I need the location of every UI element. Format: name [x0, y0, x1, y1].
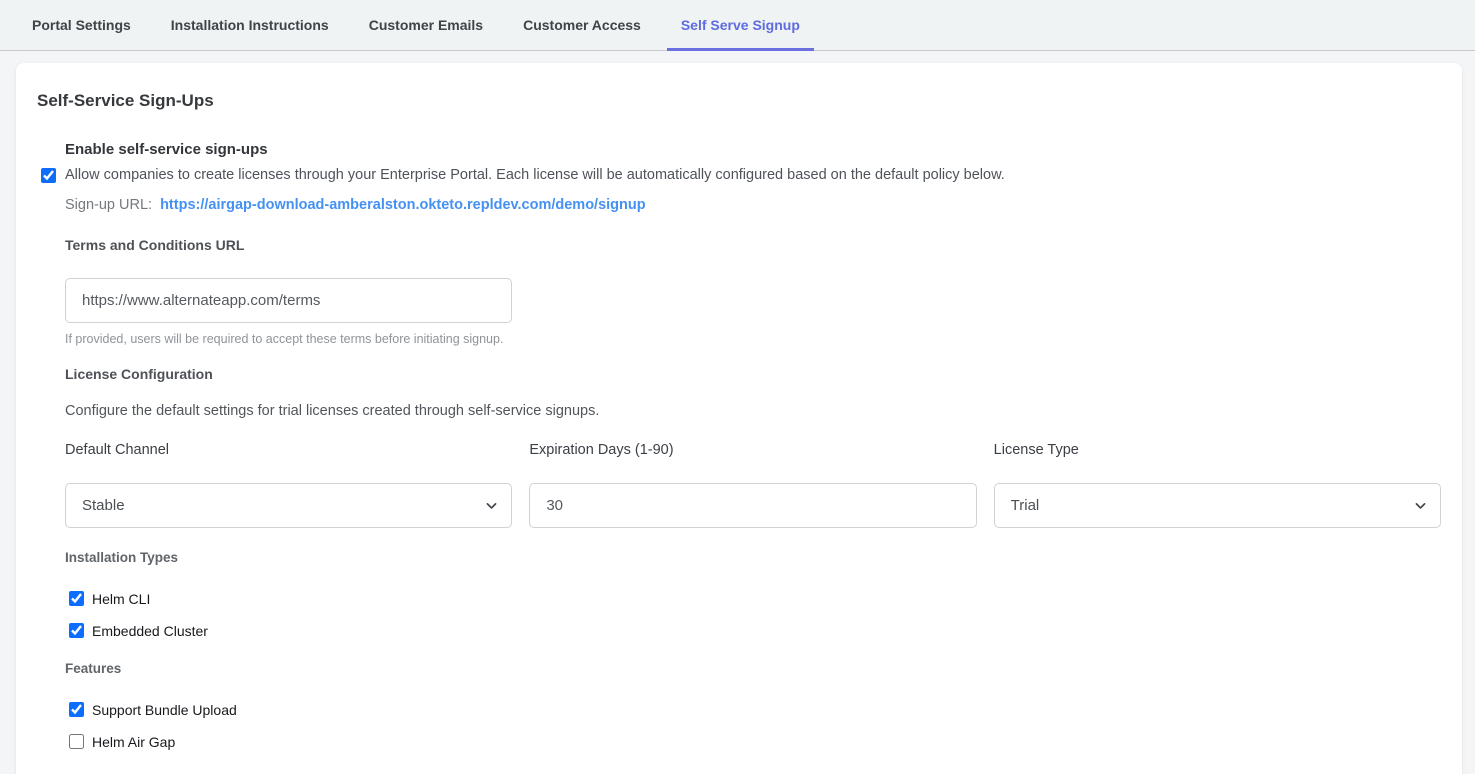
tab-portal-settings[interactable]: Portal Settings: [18, 0, 145, 50]
terms-url-label: Terms and Conditions URL: [65, 237, 1441, 253]
enable-signups-description: Allow companies to create licenses throu…: [65, 167, 1005, 184]
default-channel-label: Default Channel: [65, 442, 512, 458]
helm-cli-checkbox[interactable]: [69, 591, 84, 606]
enable-signups-row: Allow companies to create licenses throu…: [41, 167, 1441, 184]
license-config-grid: Default Channel Stable Expiration Days (…: [65, 442, 1441, 528]
embedded-cluster-label: Embedded Cluster: [92, 623, 208, 639]
installation-type-row: Embedded Cluster: [69, 623, 1441, 638]
tab-customer-emails[interactable]: Customer Emails: [355, 0, 497, 50]
support-bundle-upload-checkbox[interactable]: [69, 702, 84, 717]
terms-url-input[interactable]: [65, 278, 512, 323]
expiration-days-label: Expiration Days (1-90): [529, 442, 976, 458]
installation-type-row: Helm CLI: [69, 591, 1441, 606]
page-title: Self-Service Sign-Ups: [37, 91, 1441, 111]
signup-url-row: Sign-up URL: https://airgap-download-amb…: [65, 197, 1441, 213]
signup-url-label: Sign-up URL:: [65, 197, 152, 213]
helm-cli-label: Helm CLI: [92, 591, 150, 607]
feature-row: Helm Air Gap: [69, 734, 1441, 749]
enable-signups-heading: Enable self-service sign-ups: [65, 141, 1441, 158]
support-bundle-upload-label: Support Bundle Upload: [92, 702, 237, 718]
signup-url-link[interactable]: https://airgap-download-amberalston.okte…: [160, 197, 646, 213]
license-configuration-description: Configure the default settings for trial…: [65, 403, 1441, 419]
enable-signups-checkbox[interactable]: [41, 168, 56, 183]
tab-self-serve-signup[interactable]: Self Serve Signup: [667, 0, 814, 50]
tab-installation-instructions[interactable]: Installation Instructions: [157, 0, 343, 50]
license-type-select[interactable]: Trial: [994, 483, 1441, 528]
features-heading: Features: [65, 661, 1441, 676]
license-type-field: License Type Trial: [994, 442, 1441, 528]
helm-air-gap-checkbox[interactable]: [69, 734, 84, 749]
license-type-label: License Type: [994, 442, 1441, 458]
default-channel-field: Default Channel Stable: [65, 442, 512, 528]
terms-url-help-text: If provided, users will be required to a…: [65, 332, 1441, 346]
license-configuration-heading: License Configuration: [65, 366, 1441, 382]
settings-tab-bar: Portal Settings Installation Instruction…: [0, 0, 1475, 51]
tab-customer-access[interactable]: Customer Access: [509, 0, 655, 50]
helm-air-gap-label: Helm Air Gap: [92, 734, 175, 750]
default-channel-select[interactable]: Stable: [65, 483, 512, 528]
expiration-days-input[interactable]: [529, 483, 976, 528]
self-service-signups-card: Self-Service Sign-Ups Enable self-servic…: [16, 63, 1462, 774]
installation-types-heading: Installation Types: [65, 550, 1441, 565]
feature-row: Support Bundle Upload: [69, 702, 1441, 717]
expiration-days-field: Expiration Days (1-90): [529, 442, 976, 528]
embedded-cluster-checkbox[interactable]: [69, 623, 84, 638]
